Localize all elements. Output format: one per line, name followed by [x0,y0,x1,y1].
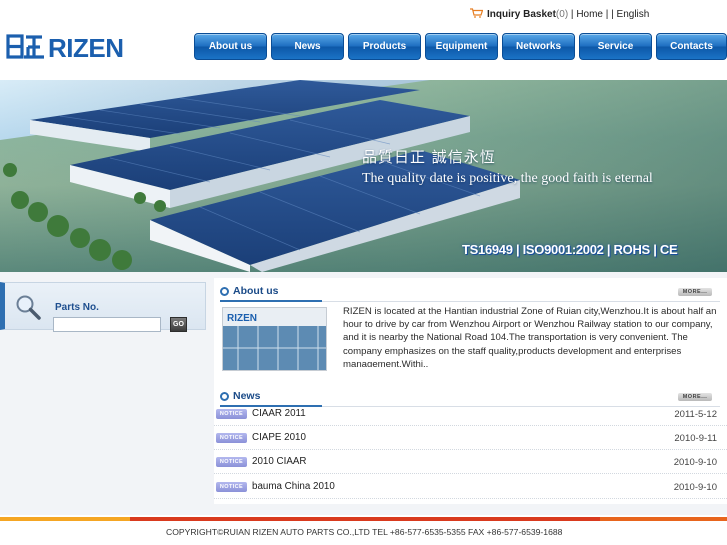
footer: COPYRIGHT©RUIAN RIZEN AUTO PARTS CO.,LTD… [0,521,727,545]
section-bullet-icon [220,286,229,296]
english-link[interactable]: English [617,9,650,20]
news-item[interactable]: NOTICE 2010 CIAAR 2010-9-10 [214,450,727,474]
news-item-title[interactable]: CIAPE 2010 [252,432,306,443]
header: RIZEN Inquiry Basket(0) | Home | | Engli… [0,0,727,80]
news-item[interactable]: NOTICE CIAPE 2010 2010-9-11 [214,426,727,450]
certification-badges: TS16949 | ISO9001:2002 | ROHS | CE [462,242,678,257]
about-section-header: About us MORE... [220,282,720,302]
news-item[interactable]: NOTICE CIAAR 2011 2011-5-12 [214,402,727,426]
separator: | | [603,9,617,20]
content-area: Parts No. GO About us MORE... RIZEN RIZE… [0,272,727,515]
company-building-photo[interactable]: RIZEN [222,307,327,371]
news-item[interactable]: NOTICE bauma China 2010 2010-9-10 [214,475,727,499]
home-link[interactable]: Home [576,9,603,20]
nav-equipment[interactable]: Equipment [425,33,498,60]
basket-icon[interactable] [470,8,483,18]
nav-about-us[interactable]: About us [194,33,267,60]
basket-count: (0) [555,9,569,20]
about-description: RIZEN is located at the Hantian industri… [343,306,717,367]
top-links: Inquiry Basket(0) | Home | | English [470,8,649,22]
news-item-date: 2011-5-12 [674,409,717,420]
notice-badge: NOTICE [216,457,247,467]
nav-networks[interactable]: Networks [502,33,575,60]
divider [322,301,720,302]
main-panel: About us MORE... RIZEN RIZEN is located … [214,278,727,504]
news-title: News [233,390,261,402]
go-button[interactable]: GO [170,317,187,332]
news-item-title[interactable]: 2010 CIAAR [252,456,306,467]
news-item-date: 2010-9-10 [673,482,717,493]
notice-badge: NOTICE [216,433,247,443]
copyright-text: COPYRIGHT©RUIAN RIZEN AUTO PARTS CO.,LTD… [166,527,563,537]
news-more-button[interactable]: MORE... [678,393,712,401]
section-bullet-icon [220,391,229,401]
thumb-logo-text: RIZEN [227,313,257,324]
nav-service[interactable]: Service [579,33,652,60]
hero-banner: 品質日正 誠信永恆 The quality date is positive, … [0,80,727,272]
rizen-logo[interactable]: RIZEN [4,30,172,62]
magnifier-icon [16,295,41,320]
news-item-date: 2010-9-10 [673,457,717,468]
parts-search-panel: Parts No. GO [0,282,206,332]
banner-slogan-chinese: 品質日正 誠信永恆 [362,148,496,166]
parts-no-input[interactable] [53,317,161,332]
parts-no-label: Parts No. [55,302,99,313]
inquiry-basket-link[interactable]: Inquiry Basket [487,9,556,20]
divider [220,300,322,302]
banner-slogan-english: The quality date is positive, the good f… [362,171,653,186]
news-item-title[interactable]: CIAAR 2011 [252,408,306,419]
nav-news[interactable]: News [271,33,344,60]
about-more-button[interactable]: MORE... [678,288,712,296]
nav-contacts[interactable]: Contacts [656,33,727,60]
about-title: About us [233,285,279,297]
nav-products[interactable]: Products [348,33,421,60]
logo-text: RIZEN [48,33,124,62]
notice-badge: NOTICE [216,482,247,492]
notice-badge: NOTICE [216,409,247,419]
news-item-date: 2010-9-11 [674,433,717,444]
news-item-title[interactable]: bauma China 2010 [252,481,335,492]
